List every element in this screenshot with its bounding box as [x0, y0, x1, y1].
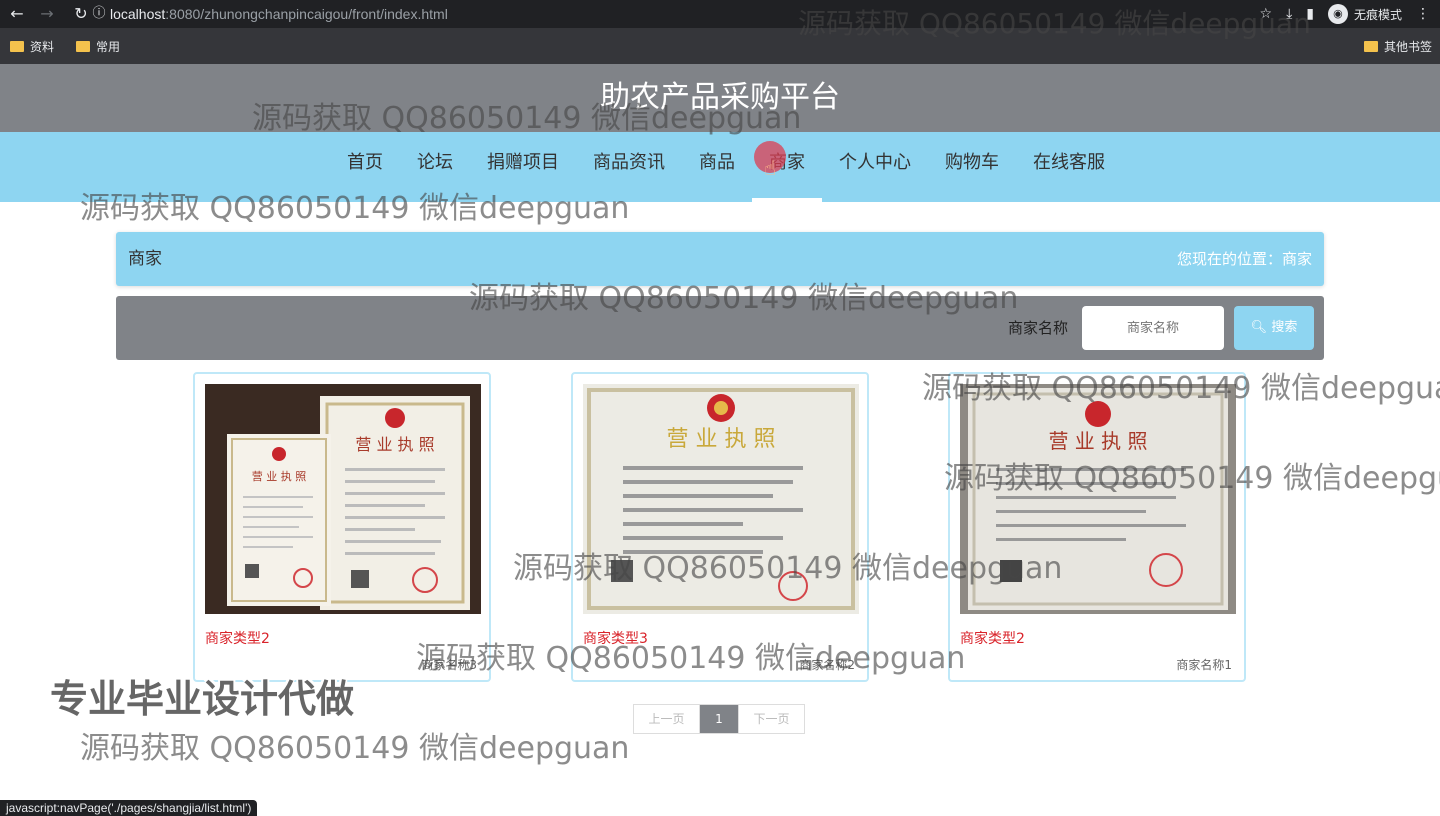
- url-path: :8080/zhunongchanpincaigou/front/index.h…: [165, 6, 448, 22]
- watermark: 源码获取 QQ86050149 微信deepguan: [416, 641, 966, 676]
- breadcrumb-location: 您现在的位置：商家: [1176, 250, 1312, 268]
- watermark: 源码获取 QQ86050149 微信deepguan: [513, 551, 1063, 586]
- bookmark-label: 常用: [96, 39, 121, 54]
- promo-overlay: 专业毕业设计代做: [50, 677, 355, 721]
- merchant-card[interactable]: 营 业 执 照 商家类型2 商家名称1: [948, 372, 1246, 682]
- folder-icon: [1364, 40, 1378, 52]
- forward-icon[interactable]: →: [36, 3, 58, 25]
- nav-item-goods[interactable]: 商品: [682, 132, 752, 202]
- watermark: 源码获取 QQ86050149 微信deepguan: [80, 731, 630, 766]
- nav-item-profile[interactable]: 个人中心: [822, 132, 928, 202]
- page-title: 商家: [128, 249, 162, 269]
- pagination: 上一页 1 下一页: [633, 704, 805, 734]
- bookmark-folder-2[interactable]: 常用: [76, 38, 120, 54]
- merchant-type: 商家类型2: [960, 631, 1025, 647]
- folder-icon: [76, 40, 90, 52]
- nav-item-service[interactable]: 在线客服: [1016, 132, 1122, 202]
- next-page-button[interactable]: 下一页: [738, 705, 804, 733]
- svg-text:营 业 执 照: 营 业 执 照: [667, 427, 776, 452]
- page-number-current[interactable]: 1: [700, 705, 738, 733]
- watermark: 源码获取 QQ86050149 微信deepguan: [798, 7, 1311, 40]
- search-button-label: 搜索: [1271, 320, 1298, 335]
- incognito-icon: ◉: [1327, 4, 1348, 24]
- search-button[interactable]: 🔍︎ 搜索: [1234, 306, 1314, 350]
- merchant-name: 商家名称1: [1176, 658, 1232, 672]
- menu-icon[interactable]: ⋮: [1416, 6, 1430, 22]
- watermark: 源码获取 QQ86050149 微信deepguan: [252, 101, 802, 136]
- prev-page-button[interactable]: 上一页: [634, 705, 700, 733]
- svg-text:营 业 执 照: 营 业 执 照: [1048, 429, 1147, 453]
- folder-icon: [10, 40, 24, 52]
- back-icon[interactable]: ←: [6, 3, 28, 25]
- status-bar-url: javascript:navPage('./pages/shangjia/lis…: [0, 800, 258, 816]
- merchant-type: 商家类型2: [205, 631, 270, 647]
- search-icon: 🔍︎: [1250, 320, 1268, 335]
- address-bar[interactable]: localhost:8080/zhunongchanpincaigou/fron…: [110, 4, 448, 24]
- incognito-indicator[interactable]: ◉ 无痕模式: [1327, 4, 1402, 24]
- other-bookmarks-label: 其他书签: [1384, 39, 1433, 54]
- site-info-icon[interactable]: ⓘ: [88, 3, 110, 25]
- bookmark-label: 资料: [30, 39, 55, 54]
- pointer-hand-icon: ☝: [764, 156, 777, 180]
- url-host: localhost: [110, 6, 166, 22]
- watermark: 源码获取 QQ86050149 微信deepguan: [922, 371, 1440, 406]
- bookmark-folder-1[interactable]: 资料: [10, 38, 54, 54]
- incognito-label: 无痕模式: [1353, 7, 1402, 22]
- merchant-name-input[interactable]: [1082, 306, 1224, 350]
- watermark: 源码获取 QQ86050149 微信deepguan: [469, 281, 1019, 316]
- svg-text:营 业 执 照: 营 业 执 照: [252, 469, 307, 483]
- watermark: 源码获取 QQ86050149 微信deepguan: [80, 191, 630, 226]
- other-bookmarks[interactable]: 其他书签: [1364, 38, 1432, 54]
- business-license-image[interactable]: 营 业 执 照 营 业 执 照: [205, 384, 481, 614]
- watermark: 源码获取 QQ86050149 微信deepguan: [944, 461, 1440, 496]
- svg-text:营 业 执 照: 营 业 执 照: [355, 435, 434, 454]
- nav-item-cart[interactable]: 购物车: [928, 132, 1016, 202]
